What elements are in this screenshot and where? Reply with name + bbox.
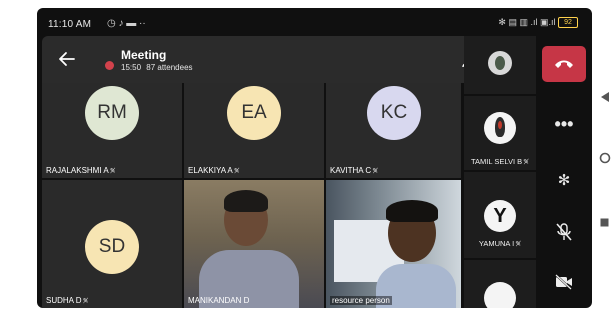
signal-icon: ▤ ▥ .ıl ▣.ıl — [508, 17, 556, 27]
mic-muted-icon: ✎̸ — [515, 241, 522, 248]
video-tile-manikandan[interactable]: MANIKANDAN D — [184, 180, 324, 308]
meeting-header: Meeting 15:50 87 attendees — [42, 36, 493, 83]
avatar-initials: SD — [98, 236, 126, 257]
video-tile-resource-person[interactable]: resource person — [326, 180, 461, 308]
avatar — [484, 112, 516, 144]
avatar: EA — [227, 86, 281, 140]
avatar — [488, 51, 512, 75]
avatar-initials: Y — [493, 204, 507, 227]
back-arrow-icon[interactable] — [56, 48, 78, 70]
nav-back-icon[interactable] — [601, 92, 610, 102]
nav-home-icon[interactable] — [599, 152, 611, 164]
avatar: SD — [85, 220, 139, 274]
meeting-duration: 15:50 — [121, 63, 142, 72]
participant-name: RAJALAKSHMI A✎̸ — [46, 166, 116, 175]
system-nav-bar — [595, 0, 615, 309]
avatar — [484, 282, 516, 308]
bluetooth-button[interactable]: ✻ — [542, 162, 586, 198]
right-rail-tile-top[interactable] — [464, 36, 536, 94]
status-time: 11:10 AM — [48, 19, 92, 30]
participant-name: KAVITHA C✎̸ — [330, 166, 379, 175]
avatar: Y — [484, 200, 516, 232]
mic-muted-icon: ✎̸ — [523, 159, 529, 166]
mic-muted-icon: ✎̸ — [233, 168, 240, 175]
avatar-initials: EA — [241, 102, 267, 123]
avatar: KC — [367, 86, 421, 140]
battery-icon: 92 — [558, 17, 578, 29]
avatar: RM — [85, 86, 139, 140]
status-bar: 11:10 AM ◷ ♪ ▬ ·· ✻ ▤ ▥ .ıl ▣.ıl 92 — [37, 8, 592, 36]
bluetooth-status-icon: ✻ — [498, 17, 506, 27]
meeting-subtitle: 15:50 87 attendees — [121, 63, 196, 72]
attendee-count: 87 attendees — [146, 63, 193, 72]
participant-tile-kc[interactable]: KC KAVITHA C✎̸ — [326, 83, 461, 178]
phone-hangup-icon — [555, 60, 573, 68]
participant-name: TAMIL SELVI B✎̸ — [470, 157, 529, 166]
right-rail-tile-yamuna[interactable]: Y YAMUNA I✎̸ — [464, 172, 536, 258]
status-right: ✻ ▤ ▥ .ıl ▣.ıl 92 — [498, 17, 578, 29]
participant-tile-rm[interactable]: RM RAJALAKSHMI A✎̸ — [42, 83, 182, 178]
avatar-initials: RM — [97, 102, 127, 123]
participant-name: ELAKKIYA A✎̸ — [188, 166, 240, 175]
mic-muted-icon: ✎̸ — [372, 168, 379, 175]
participant-name: YAMUNA I✎̸ — [478, 239, 522, 248]
camera-button[interactable] — [542, 264, 586, 300]
mute-button[interactable] — [542, 214, 586, 250]
mic-off-icon — [556, 223, 572, 241]
participant-name: SUDHA D✎̸ — [46, 296, 89, 305]
avatar-initials: KC — [380, 102, 408, 123]
participant-tile-ea[interactable]: EA ELAKKIYA A✎̸ — [184, 83, 324, 178]
right-rail-tile-bottom[interactable] — [464, 260, 536, 308]
nav-recents-icon[interactable] — [600, 218, 609, 227]
recording-dot-icon — [105, 61, 114, 70]
hang-up-button[interactable] — [542, 46, 586, 82]
mic-muted-icon: ✎̸ — [82, 298, 89, 305]
notification-icons: ◷ ♪ ▬ ·· — [107, 18, 146, 29]
participant-tile-sd[interactable]: SD SUDHA D✎̸ — [42, 180, 182, 308]
more-options-button[interactable]: ••• — [542, 106, 586, 142]
bluetooth-icon: ✻ — [557, 172, 571, 189]
meeting-title: Meeting — [121, 48, 167, 62]
video-off-icon — [555, 274, 572, 290]
mic-muted-icon: ✎̸ — [109, 168, 116, 175]
right-rail-tile-tamil-selvi[interactable]: TAMIL SELVI B✎̸ — [464, 96, 536, 170]
phone-screen: 11:10 AM ◷ ♪ ▬ ·· ✻ ▤ ▥ .ıl ▣.ıl 92 Meet… — [37, 8, 592, 308]
more-dots-icon: ••• — [554, 113, 574, 134]
participant-name: resource person — [330, 296, 392, 305]
participant-name: MANIKANDAN D — [188, 296, 250, 305]
